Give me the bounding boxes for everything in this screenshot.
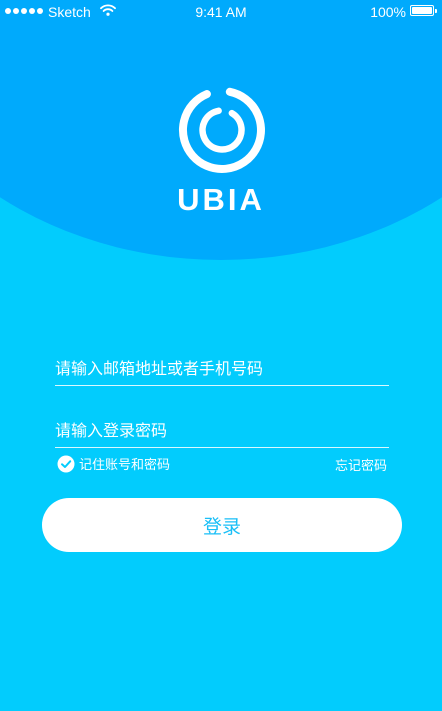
remember-label: 记住账号和密码	[79, 458, 171, 473]
checkmark-circle-icon	[57, 455, 75, 472]
remember-checkbox[interactable]: 记住账号和密码	[57, 454, 170, 473]
brand-name: UBIA	[177, 182, 265, 217]
battery-icon	[410, 5, 437, 16]
account-field	[55, 351, 389, 386]
login-screen: Sketch 9:41 AM 100% UBIA 记住账号和密码 忘记密码 登录	[0, 0, 442, 711]
password-input[interactable]	[55, 413, 389, 447]
password-field	[55, 413, 389, 448]
account-input[interactable]	[55, 351, 389, 385]
forgot-password-link[interactable]: 忘记密码	[335, 455, 387, 474]
login-button[interactable]: 登录	[42, 498, 402, 552]
status-bar: Sketch 9:41 AM 100%	[0, 0, 442, 24]
battery-percent: 100%	[370, 4, 406, 20]
ubia-ring-logo-icon	[178, 87, 265, 173]
